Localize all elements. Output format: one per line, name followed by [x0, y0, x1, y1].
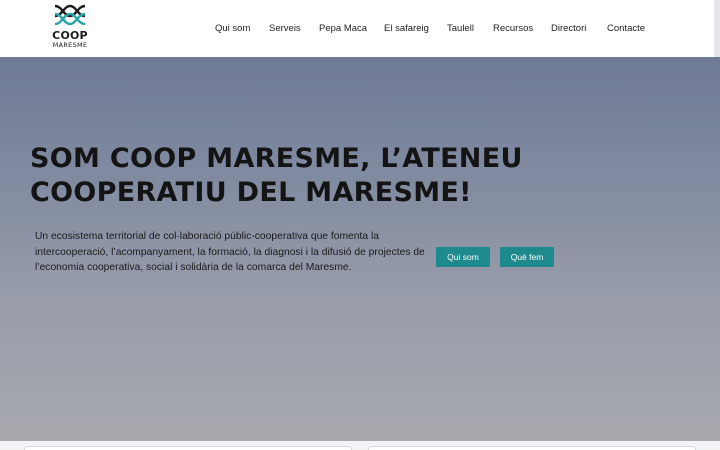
que-fem-button[interactable]: Què fem [500, 247, 554, 267]
logo-title: COOP [52, 29, 88, 42]
nav-item-pepa-maca[interactable]: Pepa Maca [319, 21, 367, 37]
logo-subtitle: MARESME [52, 41, 88, 49]
card-right[interactable] [368, 446, 696, 450]
nav-item-contacte[interactable]: Contacte [607, 21, 645, 37]
site-header: COOP MARESME Qui som Serveis Pepa Maca E… [0, 0, 720, 57]
scrollbar-track[interactable] [714, 0, 720, 57]
headline-part1: SOM [30, 143, 110, 174]
logo-waves-icon [54, 4, 86, 26]
nav-item-taulell[interactable]: Taulell [447, 21, 474, 37]
card-left[interactable] [24, 446, 352, 450]
nav-item-qui-som[interactable]: Qui som [215, 21, 250, 37]
nav-item-serveis[interactable]: Serveis [269, 21, 301, 37]
headline-bold: COOP MARESME [109, 143, 361, 174]
hero-headline: SOM COOP MARESME, L’ATENEU COOPERATIU DE… [30, 142, 590, 210]
nav-item-recursos[interactable]: Recursos [493, 21, 533, 37]
nav-item-directori[interactable]: Directori [551, 21, 586, 37]
nav-item-el-safareig[interactable]: El safareig [384, 21, 429, 37]
coop-maresme-logo[interactable]: COOP MARESME [50, 3, 90, 53]
hero-intro-text: Un ecosistema territorial de col·laborac… [35, 231, 425, 273]
qui-som-button[interactable]: Qui som [436, 247, 490, 267]
